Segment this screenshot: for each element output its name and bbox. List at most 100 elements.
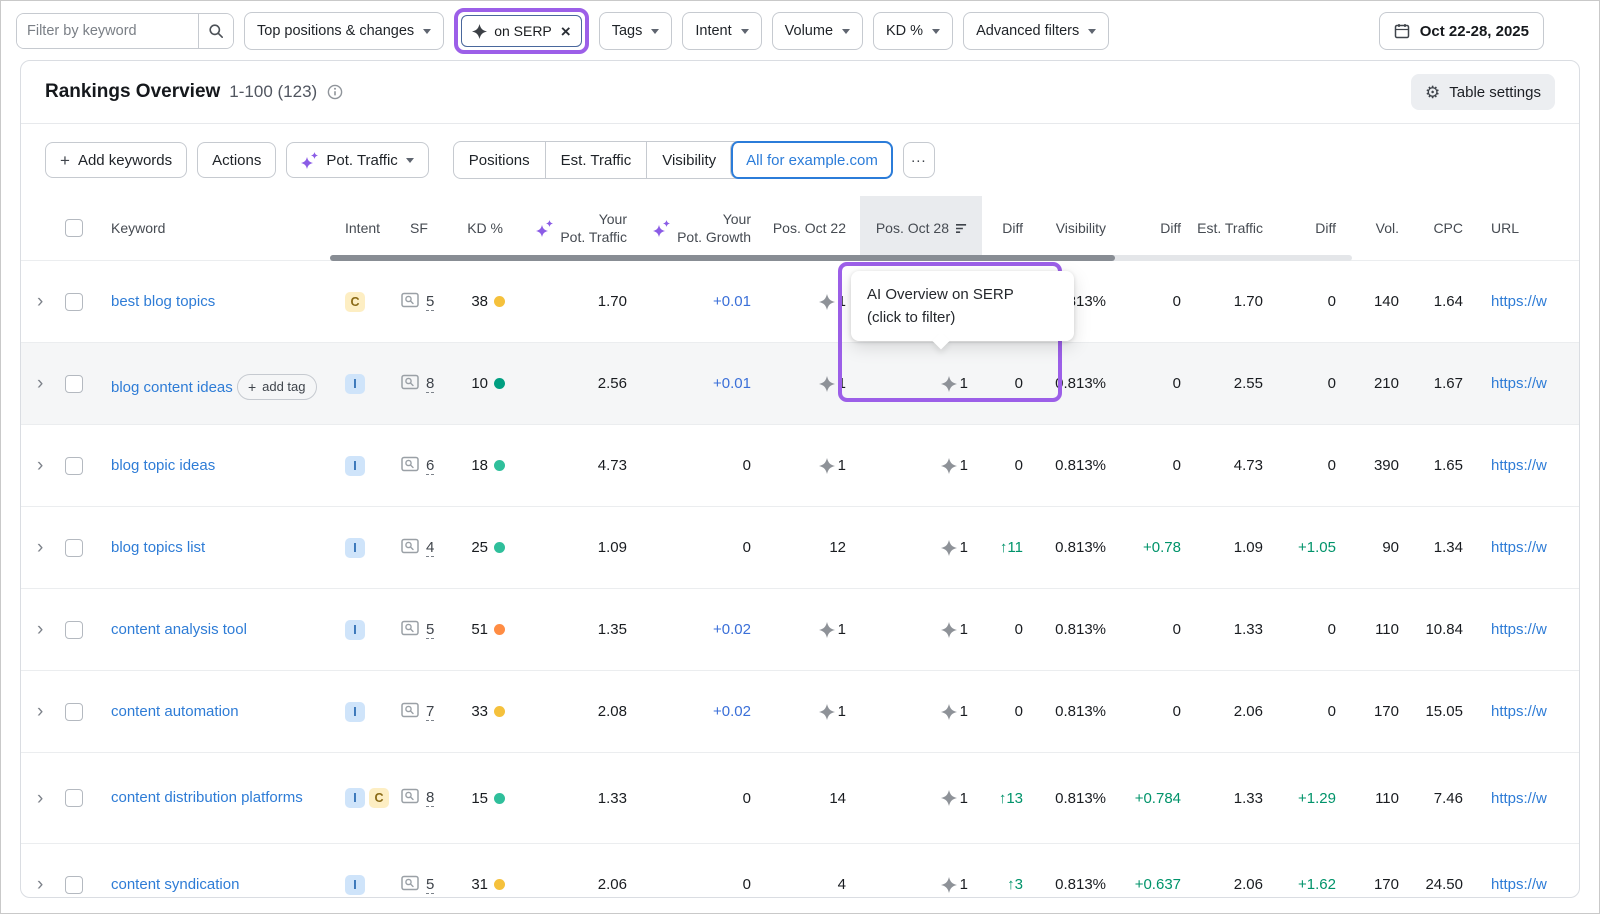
est-traffic-diff-value: 0 bbox=[1277, 261, 1350, 343]
url-link[interactable]: https://w bbox=[1491, 703, 1547, 720]
info-icon[interactable] bbox=[327, 84, 343, 100]
serp-features-link[interactable]: 5 bbox=[426, 293, 434, 311]
column-header-diff2[interactable]: Diff bbox=[1120, 196, 1195, 261]
add-keywords-button[interactable]: + Add keywords bbox=[45, 142, 187, 178]
serp-features-link[interactable]: 8 bbox=[426, 375, 434, 393]
tab-visibility[interactable]: Visibility bbox=[646, 142, 731, 178]
expand-chevron-icon[interactable]: › bbox=[37, 537, 43, 558]
search-button[interactable] bbox=[198, 14, 233, 48]
url-link[interactable]: https://w bbox=[1491, 876, 1547, 893]
column-header-pos-oct28[interactable]: Pos. Oct 28 bbox=[860, 196, 982, 261]
row-checkbox[interactable] bbox=[65, 789, 83, 807]
keyword-link[interactable]: blog content ideas bbox=[111, 378, 233, 398]
tab-all-for-example[interactable]: All for example.com bbox=[730, 141, 893, 179]
chevron-down-icon bbox=[423, 29, 431, 34]
more-tabs-button[interactable]: ... bbox=[903, 142, 935, 178]
url-link[interactable]: https://w bbox=[1491, 293, 1547, 310]
column-header-diff3[interactable]: Diff bbox=[1277, 196, 1350, 261]
actions-button[interactable]: Actions bbox=[197, 142, 276, 178]
intent-dropdown[interactable]: Intent bbox=[682, 12, 761, 50]
row-checkbox[interactable] bbox=[65, 375, 83, 393]
serp-features-link[interactable]: 5 bbox=[426, 621, 434, 639]
column-header-kd[interactable]: KD % bbox=[447, 196, 513, 261]
row-checkbox[interactable] bbox=[65, 457, 83, 475]
row-checkbox[interactable] bbox=[65, 621, 83, 639]
serp-features-link[interactable]: 8 bbox=[426, 789, 434, 807]
view-tabs: Positions Est. Traffic Visibility All fo… bbox=[453, 141, 893, 179]
volume-dropdown[interactable]: Volume bbox=[772, 12, 863, 50]
column-header-pot-growth[interactable]: YourPot. Growth bbox=[641, 196, 765, 261]
keyword-link[interactable]: content automation bbox=[111, 702, 239, 722]
ai-overview-icon bbox=[819, 376, 835, 392]
keyword-link[interactable]: content analysis tool bbox=[111, 620, 247, 640]
visibility-diff-value: +0.637 bbox=[1120, 844, 1195, 899]
serp-features-link[interactable]: 4 bbox=[426, 539, 434, 557]
column-header-sf[interactable]: SF bbox=[391, 196, 447, 261]
expand-chevron-icon[interactable]: › bbox=[37, 701, 43, 722]
close-icon[interactable]: × bbox=[561, 23, 571, 40]
column-header-url[interactable]: URL bbox=[1477, 196, 1579, 261]
serp-features-link[interactable]: 6 bbox=[426, 457, 434, 475]
column-header-intent[interactable]: Intent bbox=[335, 196, 391, 261]
select-all-checkbox[interactable] bbox=[65, 219, 83, 237]
url-link[interactable]: https://w bbox=[1491, 375, 1547, 392]
date-range-button[interactable]: Oct 22-28, 2025 bbox=[1379, 12, 1544, 50]
tags-dropdown[interactable]: Tags bbox=[599, 12, 673, 50]
column-header-visibility[interactable]: Visibility bbox=[1037, 196, 1120, 261]
expand-chevron-icon[interactable]: › bbox=[37, 455, 43, 476]
column-header-pos-oct22[interactable]: Pos. Oct 22 bbox=[765, 196, 860, 261]
expand-chevron-icon[interactable]: › bbox=[37, 291, 43, 312]
column-header-keyword[interactable]: Keyword bbox=[97, 196, 335, 261]
visibility-diff-value: 0 bbox=[1120, 261, 1195, 343]
horizontal-scrollbar-thumb[interactable] bbox=[330, 255, 1115, 261]
keyword-link[interactable]: content distribution platforms bbox=[111, 788, 303, 808]
url-link[interactable]: https://w bbox=[1491, 457, 1547, 474]
pot-traffic-value: 1.35 bbox=[513, 589, 641, 671]
expand-chevron-icon[interactable]: › bbox=[37, 373, 43, 394]
pos-oct22-value: 14 bbox=[765, 790, 846, 807]
keyword-link[interactable]: blog topic ideas bbox=[111, 456, 215, 476]
keyword-link[interactable]: content syndication bbox=[111, 875, 239, 895]
top-positions-dropdown[interactable]: Top positions & changes bbox=[244, 12, 444, 50]
serp-filter-highlight: on SERP × bbox=[454, 8, 589, 54]
visibility-value: 0.813% bbox=[1037, 343, 1120, 425]
column-header-diff[interactable]: Diff bbox=[982, 196, 1037, 261]
column-header-vol[interactable]: Vol. bbox=[1350, 196, 1413, 261]
url-link[interactable]: https://w bbox=[1491, 539, 1547, 556]
pot-traffic-dropdown[interactable]: Pot. Traffic bbox=[286, 142, 428, 178]
serp-features-link[interactable]: 5 bbox=[426, 876, 434, 894]
url-link[interactable]: https://w bbox=[1491, 790, 1547, 807]
expand-chevron-icon[interactable]: › bbox=[37, 788, 43, 809]
ai-overview-icon bbox=[941, 376, 957, 392]
keyword-filter-input[interactable] bbox=[17, 14, 198, 48]
column-header-pot-traffic[interactable]: YourPot. Traffic bbox=[513, 196, 641, 261]
horizontal-scrollbar-track[interactable] bbox=[330, 255, 1352, 261]
table-settings-label: Table settings bbox=[1449, 84, 1541, 101]
keyword-link[interactable]: best blog topics bbox=[111, 292, 215, 312]
row-checkbox[interactable] bbox=[65, 539, 83, 557]
expand-chevron-icon[interactable]: › bbox=[37, 874, 43, 895]
intent-label: Intent bbox=[695, 23, 731, 39]
keyword-link[interactable]: blog topics list bbox=[111, 538, 205, 558]
row-checkbox[interactable] bbox=[65, 293, 83, 311]
tab-est-traffic[interactable]: Est. Traffic bbox=[545, 142, 647, 178]
table-settings-button[interactable]: ⚙ Table settings bbox=[1411, 74, 1555, 110]
on-serp-filter-chip[interactable]: on SERP × bbox=[461, 15, 582, 47]
tooltip-line1: AI Overview on SERP bbox=[867, 283, 1058, 306]
est-traffic-diff-value: 0 bbox=[1277, 343, 1350, 425]
expand-chevron-icon[interactable]: › bbox=[37, 619, 43, 640]
row-checkbox[interactable] bbox=[65, 703, 83, 721]
kd-value: 18 bbox=[471, 457, 488, 474]
column-header-cpc[interactable]: CPC bbox=[1413, 196, 1477, 261]
url-link[interactable]: https://w bbox=[1491, 621, 1547, 638]
pot-traffic-value: 1.70 bbox=[513, 261, 641, 343]
kd-dropdown[interactable]: KD % bbox=[873, 12, 953, 50]
tab-positions[interactable]: Positions bbox=[454, 142, 545, 178]
visibility-diff-value: 0 bbox=[1120, 425, 1195, 507]
visibility-diff-value: +0.784 bbox=[1120, 753, 1195, 844]
advanced-filters-dropdown[interactable]: Advanced filters bbox=[963, 12, 1109, 50]
serp-features-link[interactable]: 7 bbox=[426, 703, 434, 721]
column-header-est-traffic[interactable]: Est. Traffic bbox=[1195, 196, 1277, 261]
add-tag-button[interactable]: +add tag bbox=[237, 374, 317, 400]
row-checkbox[interactable] bbox=[65, 876, 83, 894]
